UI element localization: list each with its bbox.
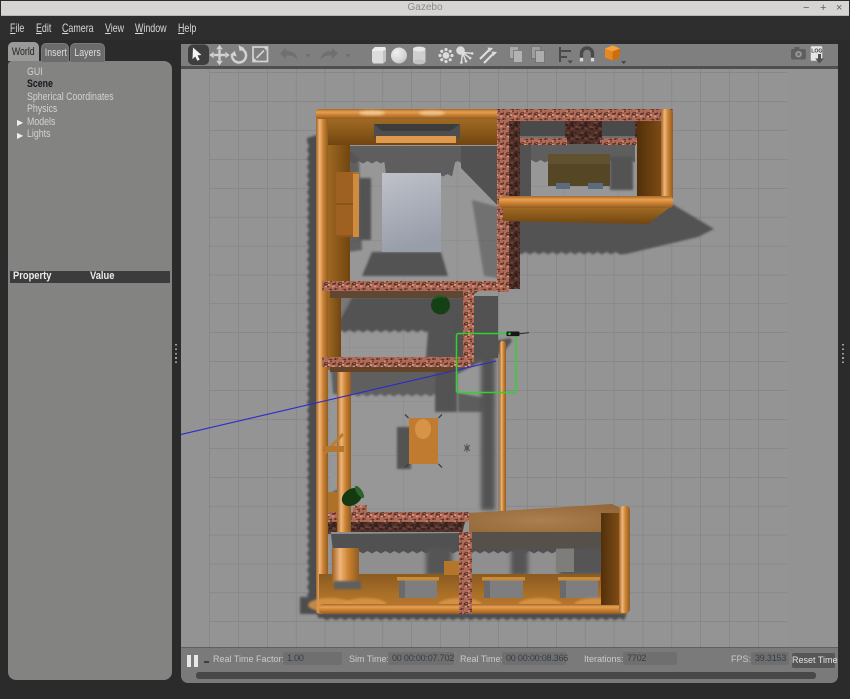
- svg-text:LOG: LOG: [811, 49, 822, 55]
